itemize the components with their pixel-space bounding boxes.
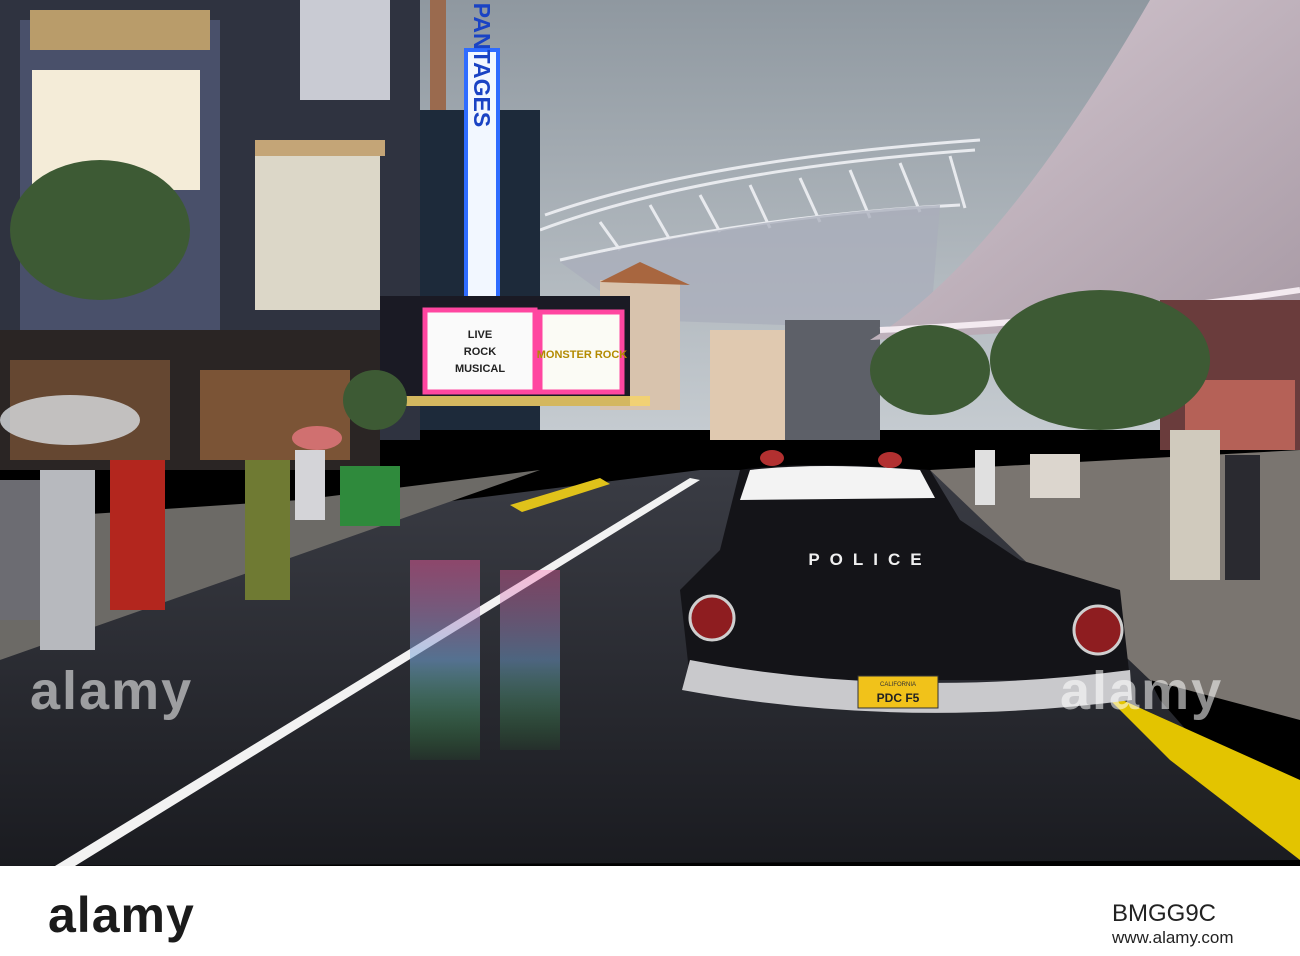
marquee-right-text: MONSTER ROCK bbox=[537, 349, 628, 361]
planter bbox=[1030, 454, 1080, 498]
police-text: POLICE bbox=[808, 550, 931, 569]
trash-bin bbox=[340, 466, 400, 526]
background-building bbox=[710, 330, 790, 440]
siren-light bbox=[760, 450, 784, 466]
image-id: BMGG9C bbox=[1112, 900, 1217, 927]
marquee-line: LIVE bbox=[468, 329, 492, 341]
lit-window bbox=[255, 150, 380, 310]
pantages-sign-text: PANTAGES bbox=[469, 3, 495, 127]
plate-state: CALIFORNIA bbox=[880, 682, 916, 688]
plate-number: PDC F5 bbox=[877, 691, 920, 705]
site-url[interactable]: www.alamy.com bbox=[1112, 928, 1234, 948]
marquee-line: MUSICAL bbox=[455, 363, 505, 375]
marquee: LIVE ROCK MUSICAL MONSTER ROCK bbox=[380, 296, 650, 406]
neon-reflection bbox=[410, 560, 480, 760]
photo-scene: PANTAGES LIVE ROCK MUSICAL MONSTER ROCK bbox=[0, 0, 1300, 956]
tail-light bbox=[1072, 604, 1124, 656]
car-roof bbox=[740, 466, 935, 500]
watermark-right: alamy bbox=[1060, 661, 1224, 721]
marquee-line: ROCK bbox=[464, 346, 496, 358]
alamy-logo[interactable]: alamy bbox=[48, 886, 195, 944]
footer-bar: alamy BMGG9C www.alamy.com bbox=[0, 866, 1300, 956]
tail-light bbox=[688, 594, 736, 642]
street-photo: PANTAGES LIVE ROCK MUSICAL MONSTER ROCK bbox=[0, 0, 1300, 866]
watermark-left: alamy bbox=[30, 661, 194, 721]
background-building bbox=[785, 320, 880, 440]
neon-reflection bbox=[500, 570, 560, 750]
siren-light bbox=[878, 452, 902, 468]
